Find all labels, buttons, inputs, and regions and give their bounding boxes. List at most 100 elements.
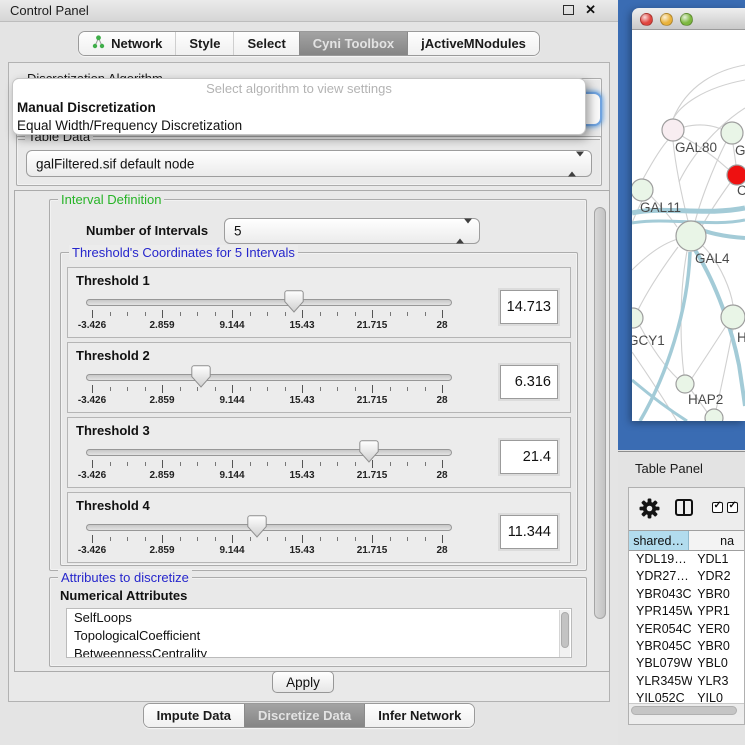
threshold-slider[interactable]: -3.4262.8599.14415.4321.71528 xyxy=(86,292,466,336)
threshold-value-input[interactable] xyxy=(500,440,558,474)
network-graph: GAL80GACGAL11GAL4GCY1HHAP2 xyxy=(632,30,745,421)
list-scrollbar[interactable] xyxy=(559,610,570,658)
slider-handle[interactable] xyxy=(359,440,379,463)
network-edge[interactable] xyxy=(684,125,721,129)
red-node[interactable] xyxy=(727,165,745,185)
checkbox-icon[interactable] xyxy=(712,502,723,513)
table-data-combobox[interactable]: galFiltered.sif default node xyxy=(26,150,592,177)
tab-infer-network-label: Infer Network xyxy=(378,708,461,723)
table-row[interactable]: YPR145WYPR1 xyxy=(629,603,744,620)
column-header-shared-name[interactable]: shared… xyxy=(629,531,689,550)
network-edge[interactable] xyxy=(702,183,730,226)
cell-shared-name[interactable]: YBR043C xyxy=(629,586,692,603)
tab-cyni-toolbox[interactable]: Cyni Toolbox xyxy=(299,32,407,55)
tab-discretize-data[interactable]: Discretize Data xyxy=(244,704,364,727)
list-item[interactable]: SelfLoops xyxy=(67,609,571,627)
cell-shared-name[interactable]: YIL052C xyxy=(629,690,692,703)
tab-impute-data[interactable]: Impute Data xyxy=(144,704,244,727)
float-panel-icon[interactable] xyxy=(563,5,574,15)
slider-handle[interactable] xyxy=(247,515,267,538)
horizontal-scrollbar[interactable] xyxy=(629,703,744,717)
network-canvas[interactable]: GAL80GACGAL11GAL4GCY1HHAP2 xyxy=(632,30,745,421)
threshold-value-input[interactable] xyxy=(500,290,558,324)
slider-handle[interactable] xyxy=(191,365,211,388)
dropdown-option-manual[interactable]: Manual Discretization xyxy=(13,99,585,117)
slider-track[interactable] xyxy=(86,374,452,381)
slider-tick-labels: -3.4262.8599.14415.4321.71528 xyxy=(86,470,452,482)
gal80-node[interactable] xyxy=(662,119,684,141)
slider-track[interactable] xyxy=(86,299,452,306)
apply-button[interactable]: Apply xyxy=(272,671,334,693)
split-view-icon[interactable] xyxy=(675,499,693,516)
cell-name[interactable]: YLR3 xyxy=(692,673,744,690)
cell-shared-name[interactable]: YDL19… xyxy=(629,551,692,568)
table-row[interactable]: YDL19…YDL1 xyxy=(629,551,744,568)
cell-name[interactable]: YIL0 xyxy=(692,690,744,703)
cell-name[interactable]: YPR1 xyxy=(692,603,744,620)
slider-handle[interactable] xyxy=(284,290,304,313)
gear-icon[interactable] xyxy=(639,498,660,524)
slider-track[interactable] xyxy=(86,449,452,456)
list-item[interactable]: BetweennessCentrality xyxy=(67,645,571,658)
cell-shared-name[interactable]: YBL079W xyxy=(629,655,692,672)
cell-shared-name[interactable]: YBR045C xyxy=(629,638,692,655)
gal4-node[interactable] xyxy=(676,221,706,251)
close-traffic-light[interactable] xyxy=(640,13,653,26)
cell-name[interactable]: YER0 xyxy=(692,621,744,638)
network-icon xyxy=(92,35,105,52)
tab-network[interactable]: Network xyxy=(79,32,175,55)
tab-jactivemnodules[interactable]: jActiveMNodules xyxy=(407,32,539,55)
column-header-name[interactable]: na xyxy=(689,531,744,550)
slider-track[interactable] xyxy=(86,524,452,531)
threshold-slider[interactable]: -3.4262.8599.14415.4321.71528 xyxy=(86,367,466,411)
table-row[interactable]: YDR27…YDR2 xyxy=(629,568,744,585)
tab-infer-network[interactable]: Infer Network xyxy=(364,704,474,727)
cell-name[interactable]: YDR2 xyxy=(692,568,744,585)
gcy1-node[interactable] xyxy=(632,308,643,328)
threshold-label: Threshold 3 xyxy=(76,423,150,438)
table-row[interactable]: YER054CYER0 xyxy=(629,621,744,638)
table-row[interactable]: YBR043CYBR0 xyxy=(629,586,744,603)
dropdown-placeholder-item[interactable]: Select algorithm to view settings xyxy=(13,79,585,99)
threshold-value-input[interactable] xyxy=(500,515,558,549)
table-row[interactable]: YLR345WYLR3 xyxy=(629,673,744,690)
checkbox-icon[interactable] xyxy=(727,502,738,513)
hap2-node[interactable] xyxy=(676,375,694,393)
table-row[interactable]: YBL079WYBL0 xyxy=(629,655,744,672)
tab-style[interactable]: Style xyxy=(175,32,233,55)
threshold-value-input[interactable] xyxy=(500,365,558,399)
tab-select[interactable]: Select xyxy=(233,32,298,55)
network-edge[interactable] xyxy=(643,139,669,179)
threshold-panel-3: Threshold 3 -3.4262.8599.14415.4321.71528 xyxy=(67,417,571,488)
minimize-traffic-light[interactable] xyxy=(660,13,673,26)
cell-shared-name[interactable]: YER054C xyxy=(629,621,692,638)
threshold-slider[interactable]: -3.4262.8599.14415.4321.71528 xyxy=(86,517,466,561)
dropdown-option-equal-width[interactable]: Equal Width/Frequency Discretization xyxy=(13,117,585,135)
bottom-node[interactable] xyxy=(705,409,723,421)
table-row[interactable]: YIL052CYIL0 xyxy=(629,690,744,703)
gal11-node[interactable] xyxy=(632,179,653,201)
top-tabbar: Network Style Select Cyni Toolbox jActiv… xyxy=(0,31,618,56)
threshold-slider[interactable]: -3.4262.8599.14415.4321.71528 xyxy=(86,442,466,486)
table-row[interactable]: YBR045CYBR0 xyxy=(629,638,744,655)
close-panel-icon[interactable]: ✕ xyxy=(585,2,596,18)
top-right-node[interactable] xyxy=(721,122,743,144)
list-item[interactable]: TopologicalCoefficient xyxy=(67,627,571,645)
network-edge[interactable] xyxy=(638,247,678,310)
cell-name[interactable]: YBR0 xyxy=(692,638,744,655)
numerical-attributes-list[interactable]: SelfLoopsTopologicalCoefficientBetweenne… xyxy=(66,608,572,658)
bottom-tabbar: Impute Data Discretize Data Infer Networ… xyxy=(0,703,618,728)
network-edge[interactable] xyxy=(692,326,726,378)
number-of-intervals-combobox[interactable]: 5 xyxy=(224,218,480,244)
zoom-traffic-light[interactable] xyxy=(680,13,693,26)
cell-name[interactable]: YBR0 xyxy=(692,586,744,603)
vertical-scrollbar[interactable] xyxy=(594,207,606,619)
cell-shared-name[interactable]: YPR145W xyxy=(629,603,692,620)
cell-name[interactable]: YDL1 xyxy=(692,551,744,568)
cell-name[interactable]: YBL0 xyxy=(692,655,744,672)
h-node[interactable] xyxy=(721,305,745,329)
cell-shared-name[interactable]: YLR345W xyxy=(629,673,692,690)
network-edge[interactable] xyxy=(673,65,745,119)
cell-shared-name[interactable]: YDR27… xyxy=(629,568,692,585)
network-edge[interactable] xyxy=(632,239,678,270)
